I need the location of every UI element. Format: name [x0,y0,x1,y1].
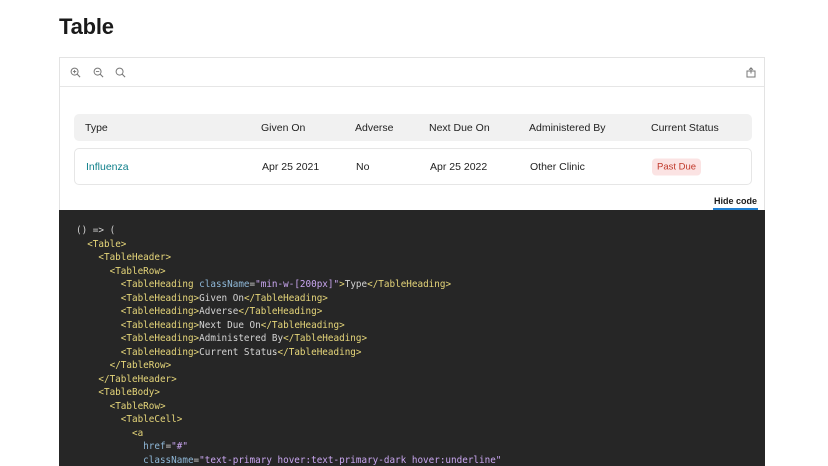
code-token: <TableRow> [109,265,166,277]
zoom-out-icon[interactable] [92,66,104,78]
code-token: </TableHeading> [277,346,362,358]
code-token: Type [344,279,368,290]
code-line: <TableHeading>Given On</TableHeading> [76,292,765,306]
column-header-given-on: Given On [261,121,306,134]
code-line: () => ( [76,224,765,238]
zoom-in-icon[interactable] [69,66,81,78]
code-line: className="text-primary hover:text-prima… [76,454,765,466]
code-toggle-bar: Hide code [59,190,765,210]
column-header-type: Type [85,121,108,134]
code-token: <Table> [87,238,127,250]
code-line: <TableRow> [76,265,765,279]
code-line: <TableHeader> [76,251,765,265]
code-block: () => ( <Table> <TableHeader> <TableRow>… [59,210,765,466]
code-line: <TableHeading>Next Due On</TableHeading> [76,319,765,333]
code-token: <TableHeading [120,279,200,290]
share-icon[interactable] [745,66,757,78]
page-title: Table [59,14,114,39]
code-line: <TableRow> [76,400,765,414]
code-token: <TableHeading> [120,346,200,358]
code-token: </TableHeading> [367,279,452,290]
column-header-administered-by: Administered By [529,121,606,134]
code-token: <a [131,427,144,439]
status-badge: Past Due [652,158,702,175]
adverse-cell: No [356,160,370,173]
code-token: <TableHeading> [120,292,200,304]
code-token: Given On [199,292,244,304]
code-token: <TableRow> [109,400,166,412]
code-token: </TableHeading> [260,319,345,331]
code-token: Current Status [199,346,278,358]
code-token: </TableHeader> [98,373,177,385]
next-due-on-cell: Apr 25 2022 [430,160,488,173]
code-line: </TableRow> [76,359,765,373]
vaccine-type-link[interactable]: Influenza [86,161,129,173]
vaccination-table: Type Given On Adverse Next Due On Admini… [74,114,752,185]
column-header-current-status: Current Status [651,121,719,134]
code-token: Administered By [199,333,284,344]
zoom-reset-icon[interactable] [114,66,126,78]
code-line: <TableCell> [76,413,765,427]
code-token: href [143,441,166,452]
code-line: </TableHeader> [76,373,765,387]
code-token: <TableHeader> [98,252,172,263]
code-line: <Table> [76,238,765,252]
code-token: "min-w-[200px]" [255,279,340,290]
code-token: </TableHeading> [238,306,323,317]
code-token: "text-primary hover:text-primary-dark ho… [199,454,502,466]
code-token: <TableBody> [98,387,160,398]
code-token: () => ( [76,225,116,236]
code-token: Next Due On [199,319,261,331]
preview-panel: Type Given On Adverse Next Due On Admini… [59,57,765,210]
code-token: "#" [171,441,188,452]
code-token: <TableHeading> [120,306,200,317]
code-token: </TableHeading> [283,333,368,344]
code-line: <TableHeading>Administered By</TableHead… [76,332,765,346]
code-line: <TableHeading className="min-w-[200px]">… [76,278,765,292]
administered-by-cell: Other Clinic [530,160,585,173]
code-token: className [143,454,194,466]
code-token: <TableCell> [120,414,183,425]
hide-code-button[interactable]: Hide code [712,194,758,210]
code-token: className [199,279,250,290]
code-line: href="#" [76,440,765,454]
code-token: <TableHeading> [120,333,200,344]
preview-toolbar [60,58,764,87]
table-row: Influenza Apr 25 2021 No Apr 25 2022 Oth… [74,148,752,185]
code-line: <TableBody> [76,386,765,400]
table-header-row: Type Given On Adverse Next Due On Admini… [74,114,752,141]
code-token: </TableHeading> [243,292,328,304]
column-header-next-due-on: Next Due On [429,121,490,134]
given-on-cell: Apr 25 2021 [262,160,320,173]
code-line: <TableHeading>Current Status</TableHeadi… [76,346,765,360]
code-token: Adverse [199,306,239,317]
column-header-adverse: Adverse [355,121,394,134]
code-token: <TableHeading> [120,319,200,331]
code-line: <TableHeading>Adverse</TableHeading> [76,305,765,319]
code-token: </TableRow> [109,360,172,371]
code-line: <a [76,427,765,441]
